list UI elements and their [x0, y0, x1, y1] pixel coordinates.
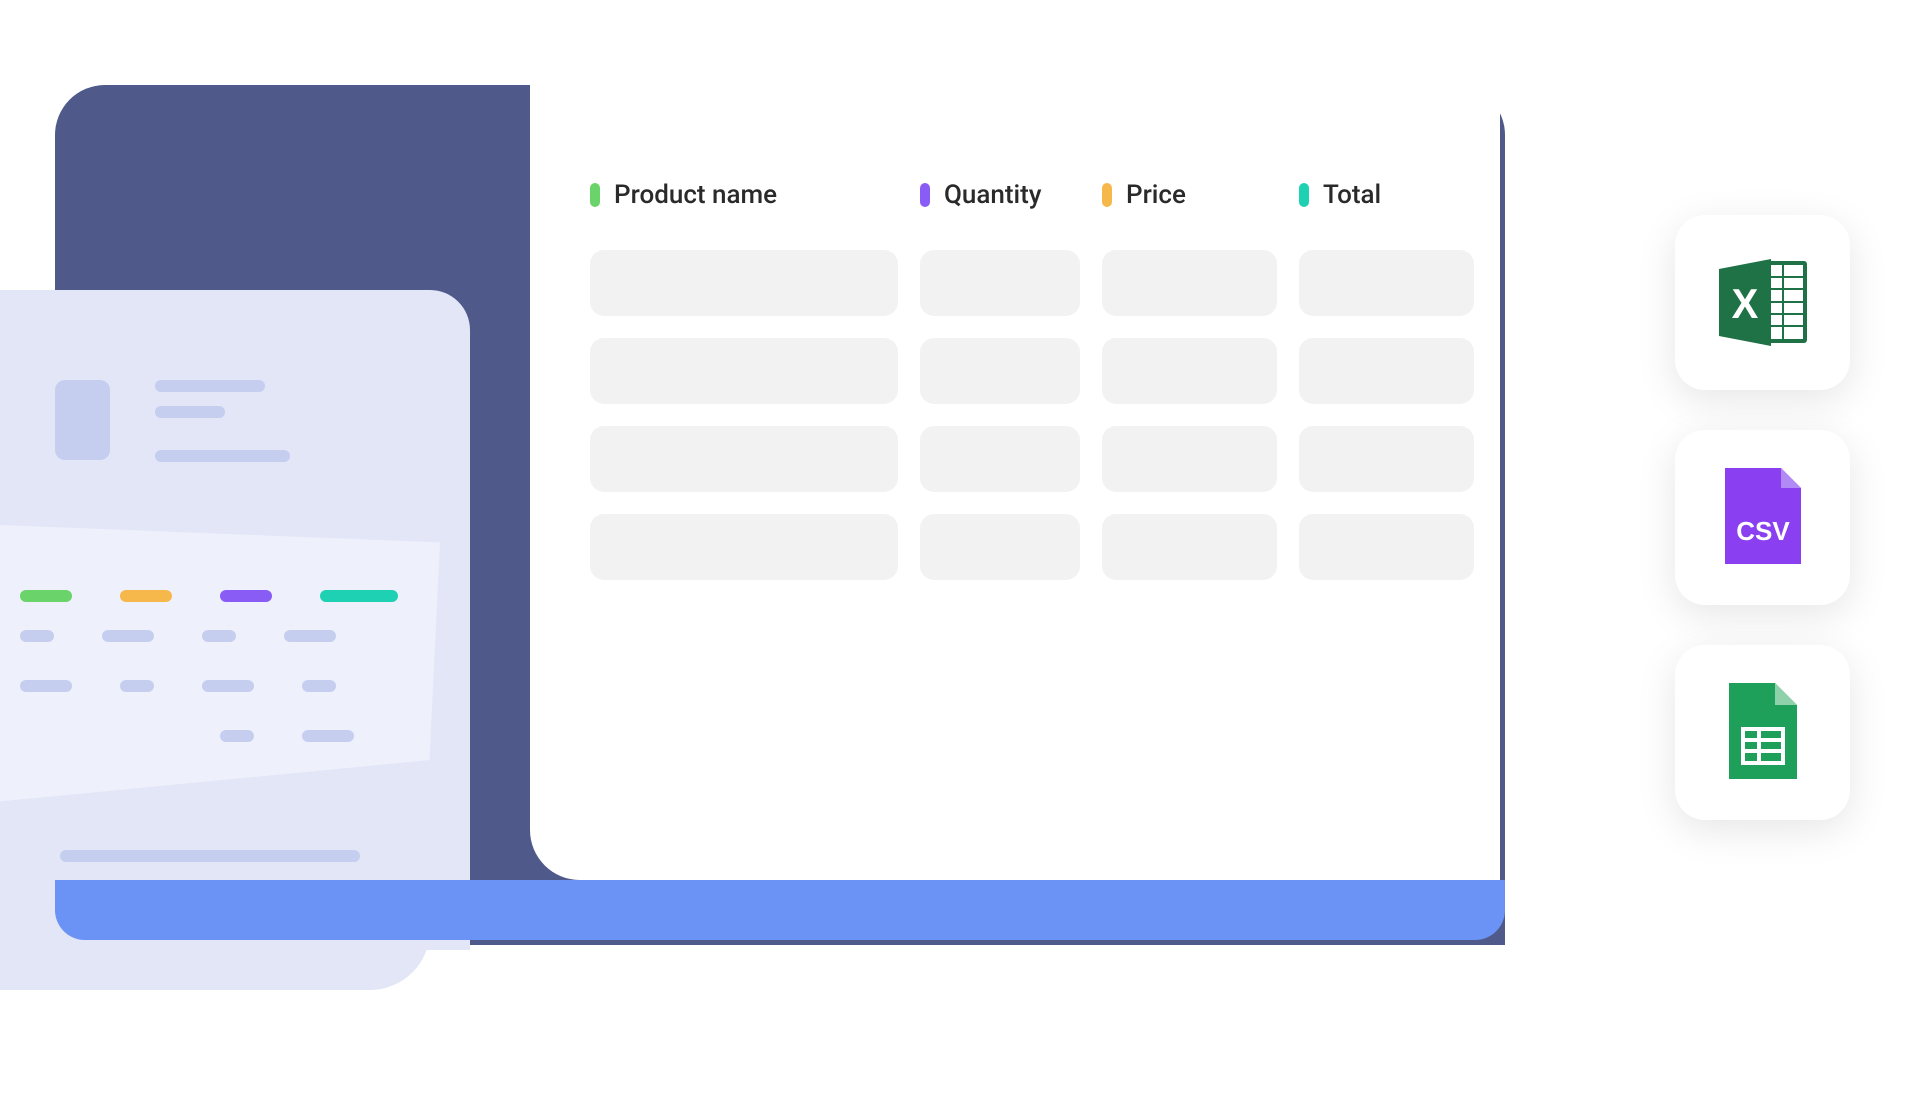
cell-product-name	[590, 514, 898, 580]
cell-price	[1102, 338, 1277, 404]
cell-total	[1299, 338, 1474, 404]
export-options: X CSV	[1675, 215, 1850, 820]
dot-icon	[1102, 183, 1112, 207]
column-label: Quantity	[944, 180, 1042, 210]
cell-quantity	[920, 514, 1080, 580]
cell-price	[1102, 514, 1277, 580]
column-header-total: Total	[1299, 180, 1474, 210]
cell-price	[1102, 250, 1277, 316]
export-sheets-button[interactable]	[1675, 645, 1850, 820]
column-label: Product name	[614, 180, 777, 210]
column-header-product-name: Product name	[590, 180, 898, 210]
placeholder-line	[155, 380, 265, 392]
placeholder-line	[155, 406, 225, 418]
tag-green	[20, 590, 72, 602]
table-row	[590, 514, 1520, 580]
placeholder-line	[155, 450, 290, 462]
table-row	[590, 250, 1520, 316]
cell-quantity	[920, 426, 1080, 492]
invoice-column-tags	[20, 590, 398, 602]
cell-product-name	[590, 426, 898, 492]
placeholder-block	[55, 380, 110, 460]
invoice-mini-grid	[20, 630, 354, 780]
column-header-quantity: Quantity	[920, 180, 1080, 210]
cell-product-name	[590, 338, 898, 404]
svg-text:CSV: CSV	[1736, 516, 1790, 546]
tag-purple	[220, 590, 272, 602]
column-label: Price	[1126, 180, 1186, 210]
tag-teal	[320, 590, 398, 602]
table-row	[590, 426, 1520, 492]
excel-icon: X	[1713, 255, 1813, 350]
column-header-price: Price	[1102, 180, 1277, 210]
csv-icon: CSV	[1721, 468, 1805, 568]
table-row	[590, 338, 1520, 404]
cell-total	[1299, 426, 1474, 492]
tag-orange	[120, 590, 172, 602]
svg-text:X: X	[1731, 280, 1758, 327]
cell-quantity	[920, 338, 1080, 404]
export-excel-button[interactable]: X	[1675, 215, 1850, 390]
cell-total	[1299, 514, 1474, 580]
dot-icon	[920, 183, 930, 207]
table-header-row: Product name Quantity Price Total	[590, 180, 1520, 210]
dot-icon	[590, 183, 600, 207]
cell-total	[1299, 250, 1474, 316]
export-csv-button[interactable]: CSV	[1675, 430, 1850, 605]
dot-icon	[1299, 183, 1309, 207]
device-base	[55, 880, 1505, 940]
extracted-table: Product name Quantity Price Total	[590, 180, 1520, 602]
cell-product-name	[590, 250, 898, 316]
google-sheets-icon	[1725, 683, 1801, 783]
column-label: Total	[1323, 180, 1381, 210]
cell-quantity	[920, 250, 1080, 316]
cell-price	[1102, 426, 1277, 492]
placeholder-wide	[60, 850, 360, 862]
